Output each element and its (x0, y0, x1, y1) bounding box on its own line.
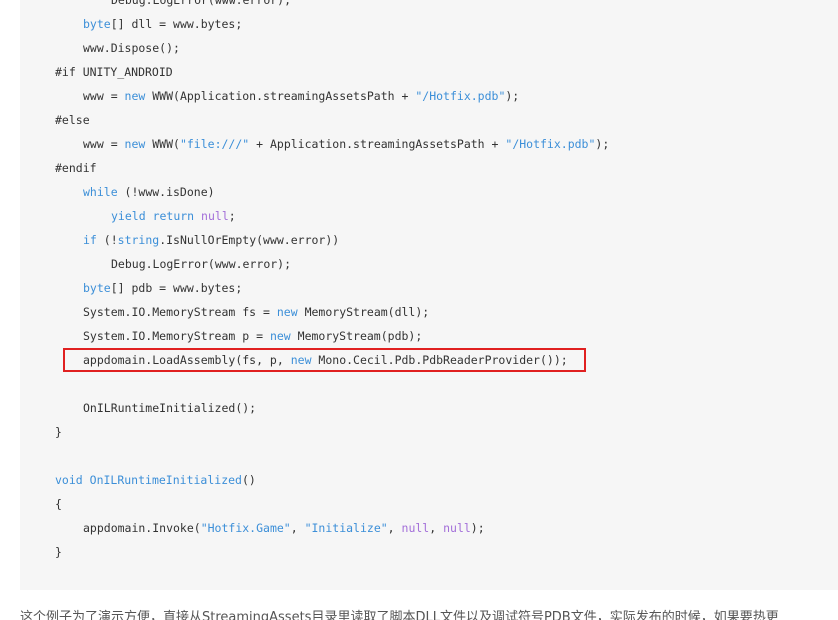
code-token: null (401, 521, 430, 535)
code-token: Debug.LogError(www.error); (111, 0, 292, 7)
code-token: return (152, 209, 195, 223)
code-token: while (83, 185, 118, 199)
code-token: new (124, 89, 146, 103)
code-line: #endif (55, 156, 97, 180)
paragraph-text: 这个例子为了演示方便，直接从StreamingAssets目录里读取了脚本DLL… (20, 610, 779, 620)
code-token: .IsNullOrEmpty(www.error)) (159, 233, 340, 247)
code-line: Debug.LogError(www.error); (111, 0, 291, 12)
code-token: System.IO.MemoryStream p = (83, 329, 270, 343)
code-line: byte[] pdb = www.bytes; (83, 276, 242, 300)
code-token: www.Dispose(); (83, 41, 180, 55)
code-token: { (55, 497, 62, 511)
code-token: WWW(Application.streamingAssetsPath + (145, 89, 416, 103)
code-token: [] dll = www.bytes; (110, 17, 243, 31)
code-token: void (55, 473, 83, 487)
code-token: } (55, 425, 62, 439)
code-line: void OnILRuntimeInitialized() (55, 468, 256, 492)
code-token: "Initialize" (304, 521, 388, 535)
code-token: if (83, 233, 97, 247)
code-token: , (290, 521, 305, 535)
code-line: while (!www.isDone) (83, 180, 215, 204)
code-token: "file:///" (179, 137, 250, 151)
code-line: #if UNITY_ANDROID (55, 60, 173, 84)
code-token: #if UNITY_ANDROID (55, 65, 173, 79)
code-token: + Application.streamingAssetsPath + (249, 137, 506, 151)
code-token: byte (83, 17, 111, 31)
code-token: null (443, 521, 471, 535)
code-line: yield return null; (111, 204, 236, 228)
code-line: www = new WWW(Application.streamingAsset… (83, 84, 519, 108)
code-token: #endif (55, 161, 97, 175)
code-line: appdomain.Invoke("Hotfix.Game", "Initial… (83, 516, 485, 540)
code-token: MemoryStream(pdb); (290, 329, 423, 343)
code-token: ); (505, 89, 520, 103)
code-token: } (55, 545, 62, 559)
code-line: } (55, 540, 62, 564)
code-token: (!www.isDone) (117, 185, 215, 199)
code-line: www.Dispose(); (83, 36, 180, 60)
code-token: () (241, 473, 256, 487)
code-token: Debug.LogError(www.error); (111, 257, 292, 271)
code-token: "/Hotfix.pdb" (505, 137, 596, 151)
code-token: yield (111, 209, 146, 223)
code-token: appdomain.Invoke( (83, 521, 201, 535)
code-line: byte[] dll = www.bytes; (83, 12, 242, 36)
code-line: System.IO.MemoryStream p = new MemoryStr… (83, 324, 422, 348)
code-token: System.IO.MemoryStream fs = (83, 305, 277, 319)
code-line: } (55, 420, 62, 444)
highlight-box (63, 348, 586, 372)
code-token: #else (55, 113, 90, 127)
code-token: www = (83, 89, 125, 103)
code-token: , (429, 521, 444, 535)
code-token: new (269, 329, 291, 343)
code-line: if (!string.IsNullOrEmpty(www.error)) (83, 228, 339, 252)
code-line: Debug.LogError(www.error); (111, 252, 291, 276)
code-token: www = (83, 137, 125, 151)
code-line: #else (55, 108, 90, 132)
code-token: "/Hotfix.pdb" (415, 89, 506, 103)
code-token: OnILRuntimeInitialized(); (83, 401, 257, 415)
code-line: System.IO.MemoryStream fs = new MemorySt… (83, 300, 429, 324)
code-token: "Hotfix.Game" (200, 521, 291, 535)
code-token: byte (83, 281, 111, 295)
code-line: { (55, 492, 62, 516)
code-token: ); (595, 137, 610, 151)
code-token: MemoryStream(dll); (297, 305, 430, 319)
code-token: string (117, 233, 160, 247)
code-line: OnILRuntimeInitialized(); (83, 396, 256, 420)
code-token: null (201, 209, 229, 223)
code-token: [] pdb = www.bytes; (110, 281, 243, 295)
code-token: WWW( (145, 137, 180, 151)
code-token: , (387, 521, 402, 535)
code-token: (! (96, 233, 118, 247)
code-token: OnILRuntimeInitialized (89, 473, 242, 487)
code-token: new (276, 305, 298, 319)
code-token: new (124, 137, 146, 151)
code-token: ); (470, 521, 485, 535)
code-token: ; (228, 209, 236, 223)
code-line: www = new WWW("file:///" + Application.s… (83, 132, 609, 156)
